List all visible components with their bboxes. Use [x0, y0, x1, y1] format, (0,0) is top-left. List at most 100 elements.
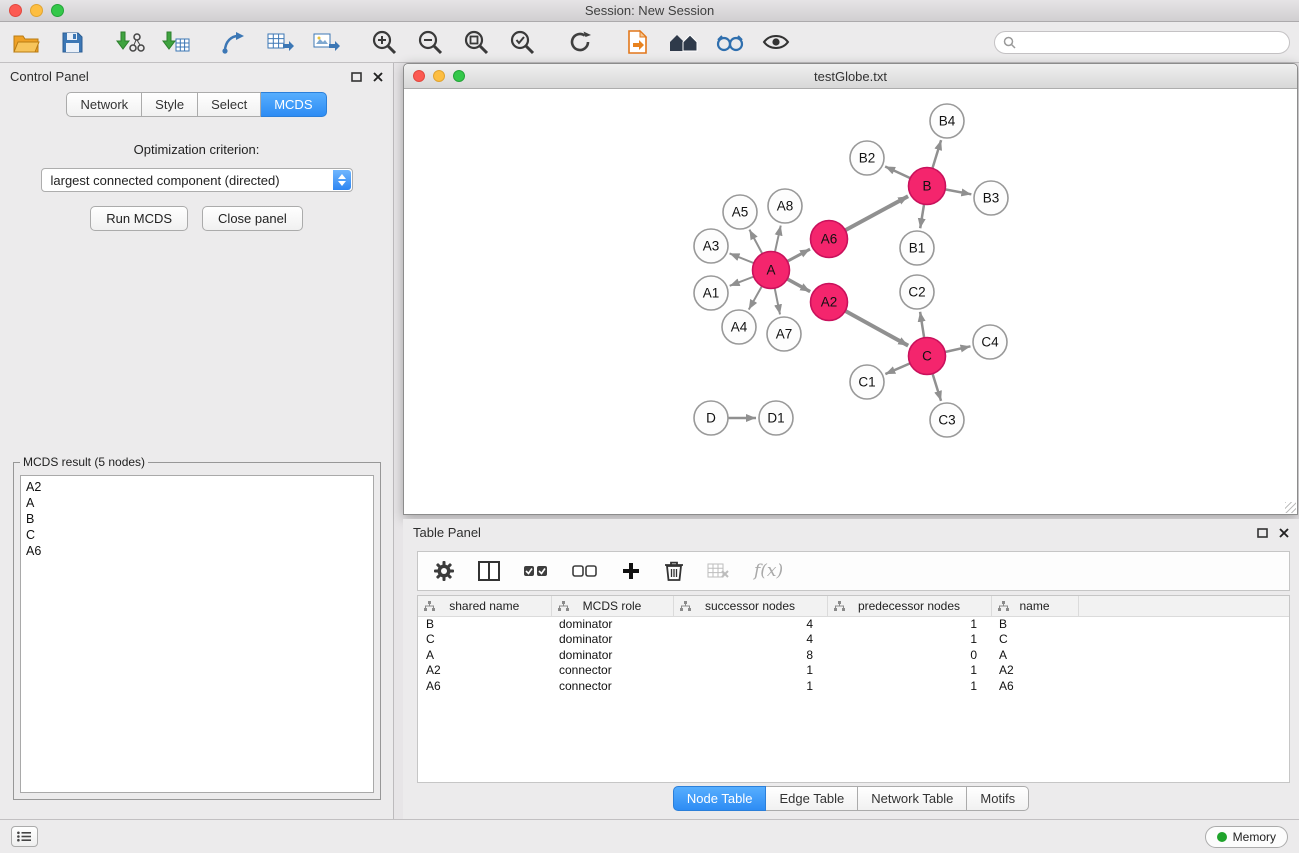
function-builder-button[interactable]: f(x) — [754, 561, 783, 581]
edge-A-A8[interactable] — [775, 226, 781, 252]
edge-B-B1[interactable] — [920, 204, 924, 228]
edge-A-A7[interactable] — [775, 288, 780, 314]
table-row[interactable]: Bdominator41B — [418, 616, 1289, 632]
table-cell[interactable]: dominator — [551, 632, 673, 648]
network-zoom-button[interactable] — [453, 70, 465, 82]
table-cell[interactable]: B — [418, 616, 551, 632]
zoom-out-button[interactable] — [413, 27, 447, 57]
table-cell[interactable]: A — [418, 648, 551, 664]
graph-node-A[interactable]: A — [753, 252, 790, 289]
criterion-select[interactable]: largest connected component (directed) — [41, 168, 353, 192]
export-network-button[interactable] — [217, 27, 251, 57]
edge-A-A1[interactable] — [730, 277, 754, 286]
table-cell[interactable]: 1 — [827, 663, 991, 679]
import-table-button[interactable] — [159, 27, 193, 57]
node-table[interactable]: shared nameMCDS rolesuccessor nodesprede… — [417, 595, 1290, 783]
export-image-button[interactable] — [309, 27, 343, 57]
graph-node-A6[interactable]: A6 — [811, 221, 848, 258]
select-all-button[interactable] — [523, 564, 549, 578]
table-cell[interactable]: 1 — [827, 632, 991, 648]
graph-node-A4[interactable]: A4 — [722, 310, 756, 344]
graph-node-D1[interactable]: D1 — [759, 401, 793, 435]
close-table-panel-icon[interactable] — [1279, 528, 1289, 538]
memory-button[interactable]: Memory — [1205, 826, 1288, 848]
search-field[interactable] — [994, 31, 1290, 54]
column-header-mcds-role[interactable]: MCDS role — [551, 596, 673, 616]
table-cell[interactable]: dominator — [551, 616, 673, 632]
close-panel-icon[interactable] — [373, 72, 383, 82]
table-row[interactable]: Cdominator41C — [418, 632, 1289, 648]
edge-A6-B[interactable] — [845, 196, 908, 230]
sort-icon[interactable] — [680, 601, 691, 611]
import-network-button[interactable] — [113, 27, 147, 57]
graph-node-C[interactable]: C — [909, 338, 946, 375]
tab-mcds[interactable]: MCDS — [261, 92, 326, 117]
table-cell[interactable]: A — [991, 648, 1078, 664]
mcds-result-item[interactable]: A6 — [26, 543, 368, 559]
table-cell[interactable]: B — [991, 616, 1078, 632]
edge-A-A5[interactable] — [749, 230, 762, 254]
table-cell[interactable]: dominator — [551, 648, 673, 664]
edge-A-A4[interactable] — [749, 286, 762, 309]
mcds-result-list[interactable]: A2ABCA6 — [20, 475, 374, 793]
column-header-predecessor-nodes[interactable]: predecessor nodes — [827, 596, 991, 616]
tab-motifs[interactable]: Motifs — [967, 786, 1029, 811]
close-window-button[interactable] — [9, 4, 22, 17]
search-input[interactable] — [1021, 35, 1281, 49]
tab-style[interactable]: Style — [142, 92, 198, 117]
show-hide-button[interactable] — [759, 27, 793, 57]
graph-node-A1[interactable]: A1 — [694, 276, 728, 310]
zoom-window-button[interactable] — [51, 4, 64, 17]
table-cell[interactable]: 1 — [827, 616, 991, 632]
edge-A-A2[interactable] — [787, 279, 810, 292]
graph-node-A2[interactable]: A2 — [811, 284, 848, 321]
panel-list-button[interactable] — [11, 826, 38, 847]
graph-node-A8[interactable]: A8 — [768, 189, 802, 223]
network-minimize-button[interactable] — [433, 70, 445, 82]
graph-node-C3[interactable]: C3 — [930, 403, 964, 437]
column-header-successor-nodes[interactable]: successor nodes — [673, 596, 827, 616]
graph-node-C1[interactable]: C1 — [850, 365, 884, 399]
edge-A-A3[interactable] — [730, 253, 754, 263]
table-cell[interactable]: 1 — [673, 679, 827, 695]
mcds-result-item[interactable]: A2 — [26, 479, 368, 495]
table-cell[interactable]: A6 — [418, 679, 551, 695]
float-panel-icon[interactable] — [351, 72, 362, 82]
graph-node-A3[interactable]: A3 — [694, 229, 728, 263]
table-settings-button[interactable] — [433, 560, 455, 582]
delete-column-button[interactable] — [664, 560, 684, 582]
deselect-all-button[interactable] — [572, 564, 598, 578]
sort-icon[interactable] — [424, 601, 435, 611]
graph-node-D[interactable]: D — [694, 401, 728, 435]
graph-node-C2[interactable]: C2 — [900, 275, 934, 309]
network-graph[interactable]: B4B2BB3A5A8A6B1A3AC2A1A2A4A7C4CC1C3DD1 — [404, 89, 1297, 514]
graph-node-B1[interactable]: B1 — [900, 231, 934, 265]
tab-select[interactable]: Select — [198, 92, 261, 117]
edge-B-B4[interactable] — [932, 140, 941, 168]
add-column-button[interactable] — [621, 561, 641, 581]
edge-C-C4[interactable] — [945, 346, 970, 352]
table-cell[interactable]: A2 — [418, 663, 551, 679]
float-table-panel-icon[interactable] — [1257, 528, 1268, 538]
table-cell[interactable]: 1 — [673, 663, 827, 679]
edge-A-A6[interactable] — [787, 249, 810, 261]
resize-grip[interactable] — [1285, 502, 1296, 513]
table-cell[interactable]: C — [418, 632, 551, 648]
apply-layout-button[interactable] — [563, 27, 597, 57]
edge-C-C3[interactable] — [933, 374, 942, 401]
run-mcds-button[interactable]: Run MCDS — [90, 206, 188, 231]
graph-node-A5[interactable]: A5 — [723, 195, 757, 229]
table-cell[interactable]: 4 — [673, 616, 827, 632]
network-canvas[interactable]: B4B2BB3A5A8A6B1A3AC2A1A2A4A7C4CC1C3DD1 — [404, 89, 1297, 514]
edge-B-B3[interactable] — [945, 189, 971, 194]
edge-B-B2[interactable] — [885, 166, 910, 178]
table-cell[interactable]: 1 — [827, 679, 991, 695]
network-window-titlebar[interactable]: testGlobe.txt — [404, 64, 1297, 89]
tab-edge-table[interactable]: Edge Table — [766, 786, 858, 811]
table-cell[interactable]: 0 — [827, 648, 991, 664]
tab-network[interactable]: Network — [66, 92, 142, 117]
minimize-window-button[interactable] — [30, 4, 43, 17]
table-cell[interactable]: connector — [551, 663, 673, 679]
mcds-result-item[interactable]: B — [26, 511, 368, 527]
edge-C-C2[interactable] — [920, 312, 924, 338]
